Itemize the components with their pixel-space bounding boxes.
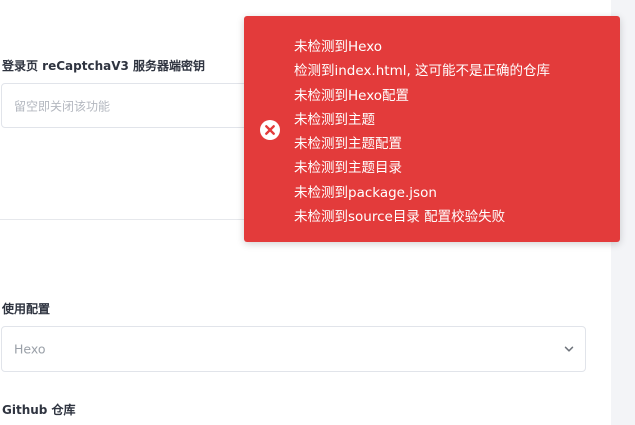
toast-message-line: 未检测到Hexo <box>294 39 383 55</box>
recaptcha-secret-label: 登录页 reCaptchaV3 服务器端密钥 <box>2 59 206 73</box>
toast-message-list: 未检测到Hexo 检测到index.html, 这可能不是正确的仓库 未检测到H… <box>294 35 550 229</box>
section-divider <box>0 219 250 220</box>
config-use-select[interactable]: Hexo <box>1 326 586 372</box>
config-use-label: 使用配置 <box>2 302 51 316</box>
toast-message-line: 检测到index.html, 这可能不是正确的仓库 <box>294 63 551 80</box>
chevron-down-icon <box>564 346 574 352</box>
toast-message-line: 未检测到主题目录 <box>294 160 402 177</box>
github-repo-label: Github 仓库 <box>2 403 76 417</box>
toast-message-line: 未检测到Hexo配置 <box>294 87 410 104</box>
toast-message-line: 未检测到主题配置 <box>294 136 402 153</box>
settings-page: 登录页 reCaptchaV3 服务器端密钥 留空即关闭该功能 使用配置 Hex… <box>0 0 635 425</box>
toast-message-line: 未检测到source目录 配置校验失败 <box>294 209 506 226</box>
toast-message-line: 未检测到package.json <box>294 184 437 201</box>
close-circle-icon[interactable] <box>259 119 281 141</box>
toast-message-line: 未检测到主题 <box>294 111 375 128</box>
config-use-selected-value: Hexo <box>14 341 46 357</box>
recaptcha-secret-input[interactable]: 留空即关闭该功能 <box>1 83 261 128</box>
recaptcha-secret-placeholder: 留空即关闭该功能 <box>14 99 111 113</box>
error-toast[interactable]: 未检测到Hexo 检测到index.html, 这可能不是正确的仓库 未检测到H… <box>244 16 620 242</box>
